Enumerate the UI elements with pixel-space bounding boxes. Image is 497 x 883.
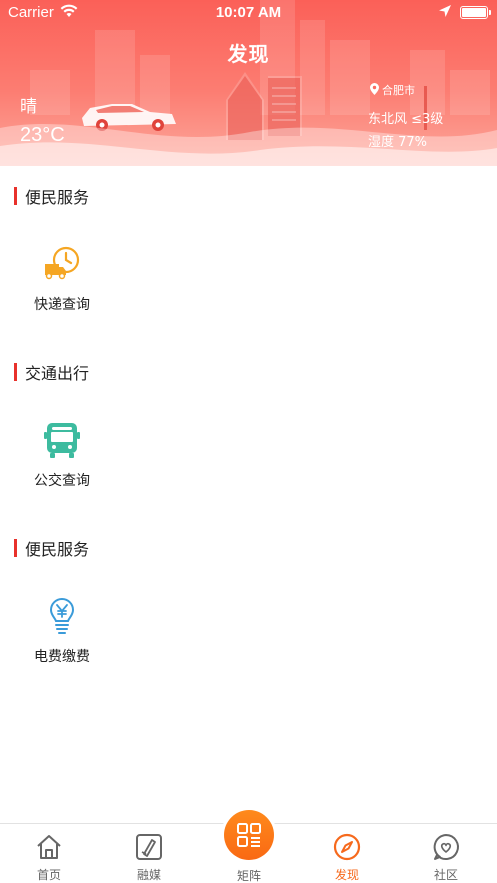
weather-city[interactable]: 合肥市 [370, 82, 415, 98]
tab-matrix[interactable] [221, 807, 277, 863]
status-time: 10:07 AM [215, 4, 282, 21]
section-header: 交通出行 [14, 362, 90, 383]
tab-media[interactable]: 融媒 [114, 832, 184, 883]
delivery-truck-clock-icon [42, 244, 82, 284]
tab-label: 发现 [334, 868, 359, 882]
location-arrow-icon [438, 4, 452, 22]
media-icon [134, 832, 164, 862]
service-label: 公交查询 [34, 473, 90, 489]
weather-temperature: 23°C [20, 124, 65, 146]
grid-icon [224, 810, 274, 860]
service-express-query[interactable]: 快递查询 [22, 244, 102, 314]
section-title: 便民服务 [25, 188, 90, 207]
tab-home[interactable]: 首页 [14, 832, 84, 883]
section-accent-bar [14, 363, 17, 381]
home-icon [34, 832, 64, 862]
compass-icon [332, 832, 362, 862]
section-title: 交通出行 [25, 364, 90, 383]
weather-city-label: 合肥市 [382, 84, 415, 97]
lightbulb-yuan-icon [42, 596, 82, 636]
section-title: 便民服务 [25, 540, 90, 559]
battery-icon [460, 6, 488, 19]
service-label: 快递查询 [34, 297, 90, 313]
tab-label: 首页 [36, 868, 61, 882]
status-bar: Carrier 10:07 AM [0, 0, 497, 26]
service-bus-query[interactable]: 公交查询 [22, 420, 102, 490]
weather-condition: 晴 [20, 97, 37, 117]
tab-community[interactable]: 社区 [411, 832, 481, 883]
section-header: 便民服务 [14, 186, 90, 207]
page-title: 发现 [227, 42, 270, 66]
tab-label: 矩阵 [236, 869, 261, 883]
tab-discover[interactable]: 发现 [312, 832, 382, 883]
header-banner: Carrier 10:07 AM 发现 晴 23°C 合肥市 东北风 ≤3级 湿… [0, 0, 497, 166]
tab-label: 融媒 [136, 868, 161, 882]
section-accent-bar [14, 539, 17, 557]
battery-tip [489, 10, 491, 15]
tab-bar: 首页 融媒 矩阵 发现 社区 [0, 807, 497, 883]
tab-label: 社区 [433, 868, 458, 882]
service-electric-bill[interactable]: 电费缴费 [22, 596, 102, 666]
section-accent-bar [14, 187, 17, 205]
location-pin-icon [370, 82, 379, 98]
section-header: 便民服务 [14, 538, 90, 559]
weather-wind: 东北风 ≤3级 [368, 112, 444, 127]
service-label: 电费缴费 [34, 649, 90, 665]
bus-icon [42, 420, 82, 460]
heart-chat-icon [431, 832, 461, 862]
weather-humidity: 湿度 77% [368, 135, 428, 150]
